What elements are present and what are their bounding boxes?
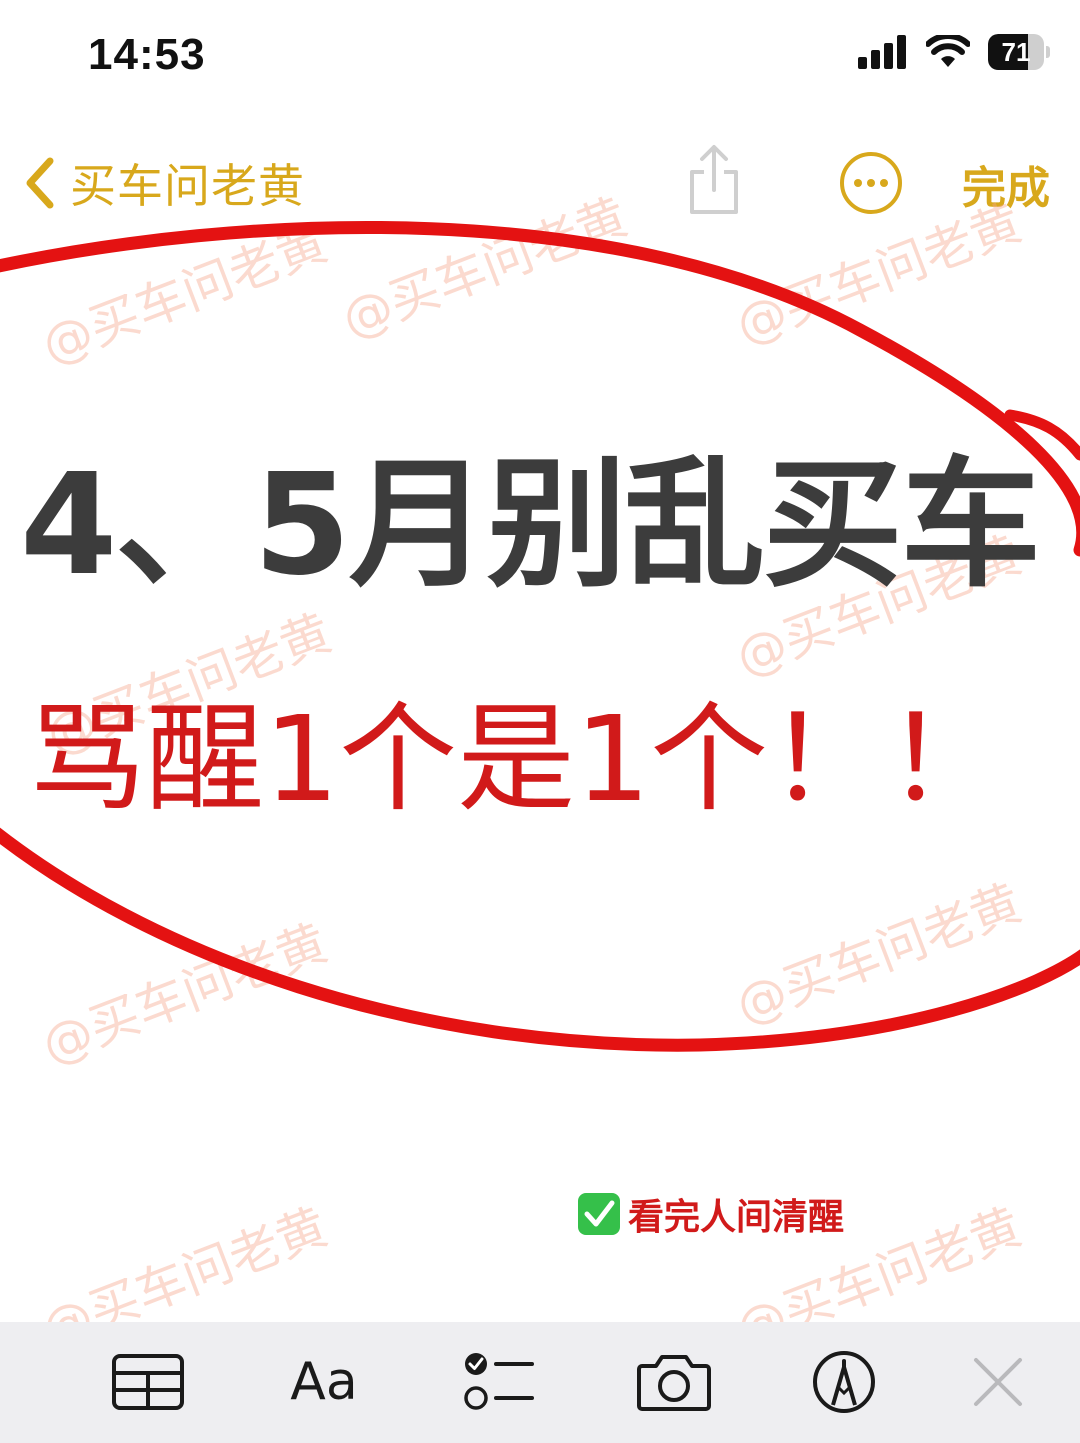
- watermark: @买车问老黄: [34, 913, 335, 1076]
- note-subline[interactable]: 骂醒1个是1个！！: [28, 700, 1004, 818]
- battery-level: 71: [1001, 37, 1031, 67]
- back-label: 买车问老黄: [70, 159, 305, 213]
- share-icon: [690, 145, 738, 214]
- close-button[interactable]: [956, 1346, 1040, 1418]
- back-button[interactable]: 买车问老黄: [22, 150, 305, 216]
- footnote-text: 看完人间清醒: [628, 1197, 845, 1238]
- notes-screen: 14:53 71 买车问老黄 完成 @买车问老黄 @买车问老黄 @买车问老黄 @…: [0, 0, 1080, 1443]
- table-icon: [112, 1354, 184, 1410]
- chevron-left-icon: [26, 157, 54, 209]
- done-button[interactable]: 完成: [962, 152, 1050, 216]
- more-button[interactable]: [838, 150, 904, 220]
- bottom-toolbar: Aa: [0, 1322, 1080, 1443]
- checklist-button[interactable]: [456, 1346, 540, 1418]
- camera-button[interactable]: [632, 1346, 716, 1418]
- cellular-signal-icon: [858, 35, 906, 69]
- watermark: @买车问老黄: [728, 873, 1029, 1036]
- battery-nub: [1046, 46, 1050, 58]
- status-icons: 71: [858, 34, 1050, 70]
- note-headline[interactable]: 4、5月别乱买车: [20, 456, 1041, 596]
- note-footnote[interactable]: 看完人间清醒: [578, 1188, 844, 1240]
- more-icon: [840, 152, 902, 214]
- check-mark-button-icon: [578, 1193, 620, 1235]
- camera-icon: [637, 1355, 711, 1411]
- wifi-icon: [926, 35, 970, 67]
- close-icon: [974, 1358, 1022, 1406]
- table-button[interactable]: [106, 1346, 190, 1418]
- share-button[interactable]: [684, 144, 744, 220]
- status-time: 14:53: [88, 30, 206, 79]
- markup-pen-icon: [813, 1351, 875, 1413]
- status-bar: 14:53 71: [0, 0, 1080, 110]
- checklist-icon: [464, 1353, 534, 1410]
- markup-button[interactable]: [802, 1346, 886, 1418]
- format-text-icon: Aa: [290, 1352, 358, 1412]
- format-button[interactable]: Aa: [282, 1346, 366, 1418]
- nav-bar: 买车问老黄 完成: [0, 130, 1080, 240]
- battery-icon: 71: [988, 34, 1050, 70]
